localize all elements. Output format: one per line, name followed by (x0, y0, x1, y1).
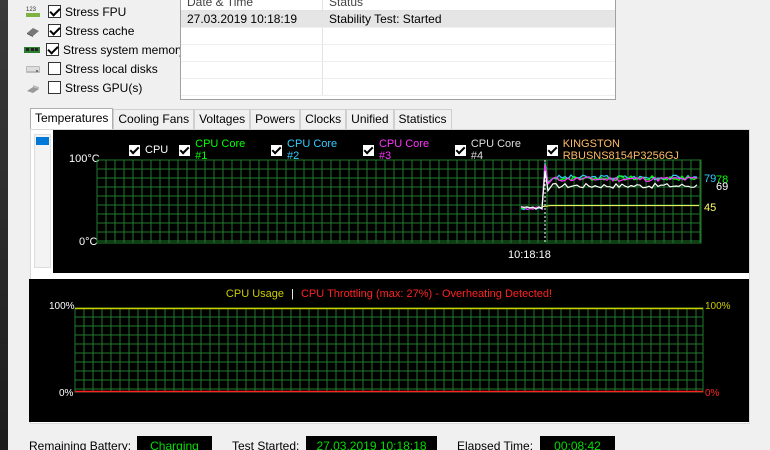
log-status-cell: Stability Test: Started (329, 12, 442, 26)
legend-item-core2[interactable]: CPU Core #2 (271, 138, 352, 162)
stress-memory-option[interactable]: Stress system memory (24, 40, 186, 59)
tab-temperatures[interactable]: Temperatures (30, 108, 114, 130)
y-axis-min-label: 0°C (79, 236, 98, 248)
usage-title-label: CPU Usage (225, 288, 284, 300)
stress-gpu-checkbox[interactable] (48, 81, 61, 94)
ssd-temp-line (542, 205, 699, 207)
stress-memory-checkbox[interactable] (46, 43, 59, 56)
tab-voltages[interactable]: Voltages (194, 109, 251, 129)
temperature-chart: CPU CPU Core #1 CPU Core #2 CPU Core #3 … (53, 130, 749, 273)
current-value-label: 69 (716, 181, 729, 193)
temperature-legend: CPU CPU Core #1 CPU Core #2 CPU Core #3 … (129, 138, 749, 162)
stress-gpu-option[interactable]: Stress GPU(s) (24, 78, 184, 97)
test-started-value: 27.03.2019 10:18:18 (306, 436, 437, 450)
tab-clocks[interactable]: Clocks (300, 109, 347, 129)
log-header-row: Date & Time Status (181, 0, 615, 11)
legend-item-disk[interactable]: KINGSTON RBUSNS8154P3256GJ (546, 138, 738, 162)
throttle-right-bottom-label: 0% (705, 388, 720, 399)
sensor-tabs: Temperatures Cooling Fans Voltages Power… (30, 108, 452, 130)
desktop-background (0, 0, 8, 450)
test-started-label: Test Started: (232, 439, 300, 450)
tab-unified[interactable]: Unified (346, 109, 394, 129)
legend-checkbox[interactable] (129, 144, 140, 156)
stress-fpu-label: Stress FPU (65, 4, 127, 19)
core2-line (520, 162, 698, 211)
legend-label: KINGSTON RBUSNS8154P3256GJ (562, 138, 679, 162)
tab-powers[interactable]: Powers (250, 109, 301, 129)
throttle-title-label: CPU Throttling (max: 27%) - Overheating … (300, 288, 553, 300)
status-log-table[interactable]: Date & Time Status 27.03.2019 10:18:19 S… (180, 0, 616, 100)
gpu-icon (24, 81, 42, 95)
legend-label: CPU Core #2 (287, 138, 338, 162)
legend-label: CPU Core #3 (378, 138, 430, 162)
disk-icon (24, 62, 42, 76)
table-row-empty (181, 28, 615, 45)
stress-cache-option[interactable]: Stress cache (24, 21, 184, 40)
elapsed-time-label: Elapsed Time: (457, 439, 534, 450)
grid-border (96, 159, 702, 244)
stress-disks-checkbox[interactable] (48, 62, 61, 75)
status-bar: Remaining Battery: Charging Test Started… (29, 436, 769, 450)
cpu-line (520, 170, 698, 210)
memory-icon (24, 43, 40, 57)
tab-cooling-fans[interactable]: Cooling Fans (113, 109, 195, 129)
legend-checkbox[interactable] (363, 144, 374, 156)
usage-left-bottom-label: 0% (59, 388, 74, 399)
legend-item-core4[interactable]: CPU Core #4 (454, 138, 536, 162)
legend-item-cpu[interactable]: CPU (129, 144, 168, 156)
cache-icon (24, 24, 42, 38)
usage-right-top-label: 100% (705, 301, 731, 312)
current-value-label: 79 (704, 173, 717, 185)
svg-text:123: 123 (26, 7, 37, 13)
core1-line (520, 163, 698, 210)
battery-value: Charging (137, 436, 212, 450)
usage-title-separator: | (291, 288, 294, 300)
grid-border (74, 307, 704, 393)
stress-fpu-option[interactable]: 123 Stress FPU (24, 2, 184, 21)
stress-disks-label: Stress local disks (65, 61, 158, 76)
table-row[interactable]: 27.03.2019 10:18:19 Stability Test: Star… (181, 11, 615, 28)
legend-label: CPU Core #1 (195, 138, 246, 162)
stress-memory-label: Stress system memory (63, 42, 186, 57)
stress-fpu-checkbox[interactable] (48, 5, 61, 18)
stress-options: 123 Stress FPU Stress cache Stress syste… (24, 2, 186, 97)
legend-label: CPU (145, 144, 169, 156)
stress-cache-label: Stress cache (65, 23, 135, 38)
log-header-status[interactable]: Status (323, 0, 613, 10)
x-axis-time-label: 10:18:18 (508, 249, 551, 261)
legend-item-core3[interactable]: CPU Core #3 (363, 138, 444, 162)
sensor-scrollbar[interactable] (34, 134, 51, 268)
y-axis-max-label: 100°C (69, 153, 100, 165)
usage-plot-area (74, 307, 704, 393)
log-datetime-cell: 27.03.2019 10:18:19 (181, 11, 323, 27)
tab-statistics[interactable]: Statistics (393, 109, 452, 129)
stress-cache-checkbox[interactable] (48, 24, 61, 37)
table-row-empty (181, 62, 615, 79)
legend-label: CPU Core #4 (470, 138, 521, 162)
cpu-usage-chart: CPU Usage | CPU Throttling (max: 27%) - … (29, 279, 749, 422)
stress-gpu-label: Stress GPU(s) (65, 80, 143, 95)
table-row-empty (181, 45, 615, 62)
fpu-icon: 123 (24, 5, 42, 19)
usage-left-top-label: 100% (49, 301, 75, 312)
legend-checkbox[interactable] (179, 144, 191, 156)
table-row-empty (181, 79, 615, 96)
core3-line (520, 164, 698, 211)
usage-chart-title: CPU Usage | CPU Throttling (max: 27%) - … (29, 288, 749, 300)
log-header-datetime[interactable]: Date & Time (181, 0, 323, 10)
elapsed-time-value: 00:08:42 (540, 436, 615, 450)
legend-checkbox[interactable] (454, 144, 466, 156)
stress-disks-option[interactable]: Stress local disks (24, 59, 184, 78)
battery-label: Remaining Battery: (29, 439, 132, 450)
scrollbar-thumb[interactable] (36, 137, 49, 145)
legend-item-core1[interactable]: CPU Core #1 (179, 138, 260, 162)
current-value-label: 45 (704, 202, 717, 214)
legend-checkbox[interactable] (271, 144, 283, 156)
legend-checkbox[interactable] (546, 144, 558, 156)
